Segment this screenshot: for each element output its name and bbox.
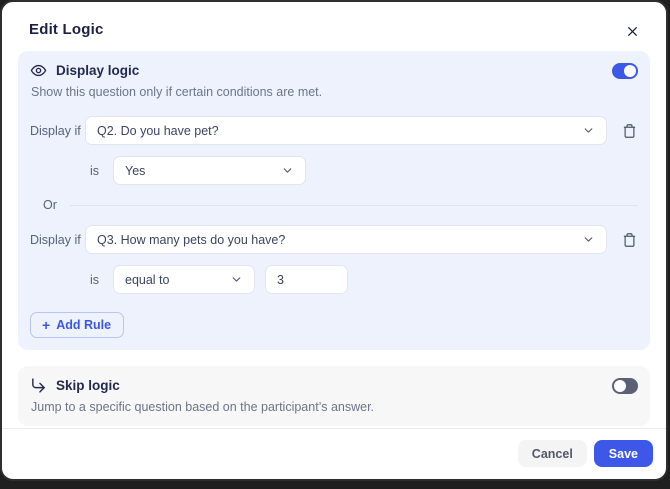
- question-select-1-value: Q2. Do you have pet?: [97, 123, 219, 138]
- rule-row-2-operator: is equal to: [90, 265, 638, 294]
- value-input[interactable]: [265, 265, 348, 294]
- chevron-down-icon: [230, 273, 243, 286]
- skip-arrow-icon: [30, 377, 47, 394]
- or-divider: Or: [43, 198, 638, 212]
- edit-logic-modal: Edit Logic Display logic Show this quest…: [0, 0, 668, 481]
- toggle-knob: [614, 379, 626, 392]
- operator-select-2-value: equal to: [125, 272, 170, 287]
- delete-rule-1-button[interactable]: [620, 121, 638, 141]
- question-select-2[interactable]: Q3. How many pets do you have?: [85, 225, 607, 254]
- add-rule-label: Add Rule: [56, 318, 112, 332]
- rule-row-1-operator: is Yes: [90, 156, 638, 185]
- modal-header: Edit Logic: [2, 2, 666, 51]
- skip-logic-toggle[interactable]: [612, 377, 638, 394]
- delete-rule-2-button[interactable]: [620, 230, 638, 250]
- chevron-down-icon: [582, 124, 595, 137]
- cancel-button[interactable]: Cancel: [517, 440, 587, 467]
- skip-logic-section: Skip logic Jump to a specific question b…: [18, 366, 650, 426]
- plus-icon: +: [42, 317, 51, 333]
- answer-select-1-value: Yes: [125, 163, 146, 178]
- is-label: is: [90, 163, 100, 178]
- close-icon: [626, 23, 639, 36]
- or-label: Or: [43, 198, 57, 212]
- skip-logic-title: Skip logic: [56, 378, 120, 393]
- display-logic-header: Display logic: [30, 62, 638, 79]
- display-if-label: Display if: [30, 232, 81, 247]
- modal-body: Display logic Show this question only if…: [2, 51, 666, 428]
- answer-select-1[interactable]: Yes: [113, 156, 306, 185]
- save-button[interactable]: Save: [593, 440, 653, 467]
- display-logic-description: Show this question only if certain condi…: [31, 85, 323, 99]
- rule-row-1: Display if Q2. Do you have pet?: [30, 116, 638, 145]
- question-select-2-value: Q3. How many pets do you have?: [97, 232, 286, 247]
- add-rule-button[interactable]: + Add Rule: [30, 312, 125, 338]
- chevron-down-icon: [281, 164, 294, 177]
- display-logic-section: Display logic Show this question only if…: [18, 51, 650, 350]
- display-logic-title: Display logic: [56, 63, 140, 78]
- modal-footer: Cancel Save: [2, 428, 666, 479]
- toggle-knob: [624, 64, 636, 77]
- question-select-1[interactable]: Q2. Do you have pet?: [85, 116, 607, 145]
- trash-icon: [622, 123, 637, 139]
- skip-logic-description: Jump to a specific question based on the…: [31, 400, 375, 414]
- skip-logic-header: Skip logic: [30, 377, 638, 394]
- divider-line: [69, 204, 638, 206]
- modal-title: Edit Logic: [29, 20, 104, 38]
- trash-icon: [622, 232, 637, 248]
- rule-row-2: Display if Q3. How many pets do you have…: [30, 225, 638, 254]
- display-if-label: Display if: [30, 123, 81, 138]
- display-logic-toggle[interactable]: [612, 62, 638, 79]
- eye-icon: [30, 62, 47, 79]
- chevron-down-icon: [582, 233, 595, 246]
- is-label: is: [90, 272, 100, 287]
- close-button[interactable]: [622, 19, 642, 39]
- operator-select-2[interactable]: equal to: [113, 265, 255, 294]
